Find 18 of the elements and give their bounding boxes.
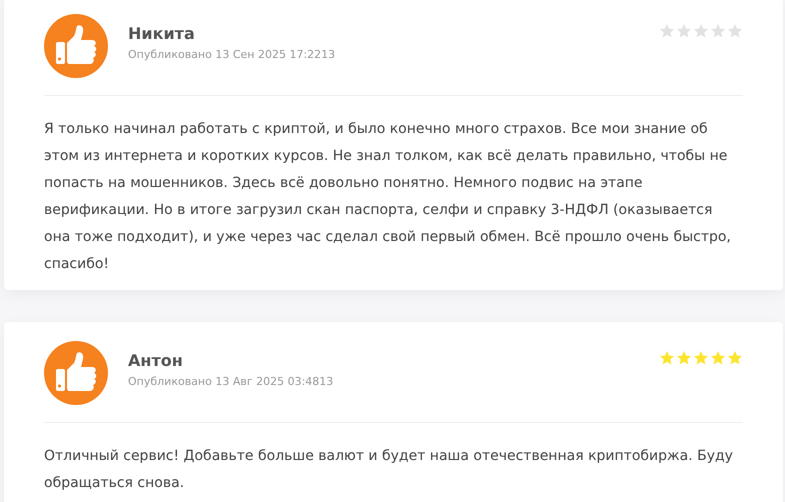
author-name: Никита xyxy=(128,24,196,43)
star-icon xyxy=(659,23,675,39)
star-icon xyxy=(676,350,692,366)
star-icon xyxy=(659,350,675,366)
star-icon xyxy=(710,350,726,366)
thumbs-up-avatar-icon xyxy=(44,341,108,405)
publish-date: Опубликовано 13 Авг 2025 03:4813 xyxy=(128,375,334,388)
star-icon xyxy=(727,23,743,39)
author-name: Антон xyxy=(128,351,184,370)
review-text: Отличный сервис! Добавьте больше валют и будет наша отечественная криптобиржа. Буду обращаться снова. xyxy=(44,447,734,493)
star-icon xyxy=(727,350,743,366)
publish-date: Опубликовано 13 Сен 2025 17:2213 xyxy=(128,48,336,61)
star-icon xyxy=(693,350,709,366)
star-icon xyxy=(710,23,726,39)
star-icon xyxy=(676,23,692,39)
review-text: Я только начинал работать с криптой, и было конечно много страхов. Все мои знание об этом из интернета и коротких курсов. Не знал толком, как всё делать правильно, чтобы не попасть на мошенников. Здесь всё довольно понятно. Немного подвис на этапе верификации. Но в итоге загрузил скан паспорта, селфи и справку 3-НДФЛ (оказывается она тоже подходит), и уже через час сделал свой первый обмен. Всё прошло очень быстро, спасибо! xyxy=(44,120,732,274)
star-icon xyxy=(693,23,709,39)
thumbs-up-avatar-icon xyxy=(44,14,108,78)
